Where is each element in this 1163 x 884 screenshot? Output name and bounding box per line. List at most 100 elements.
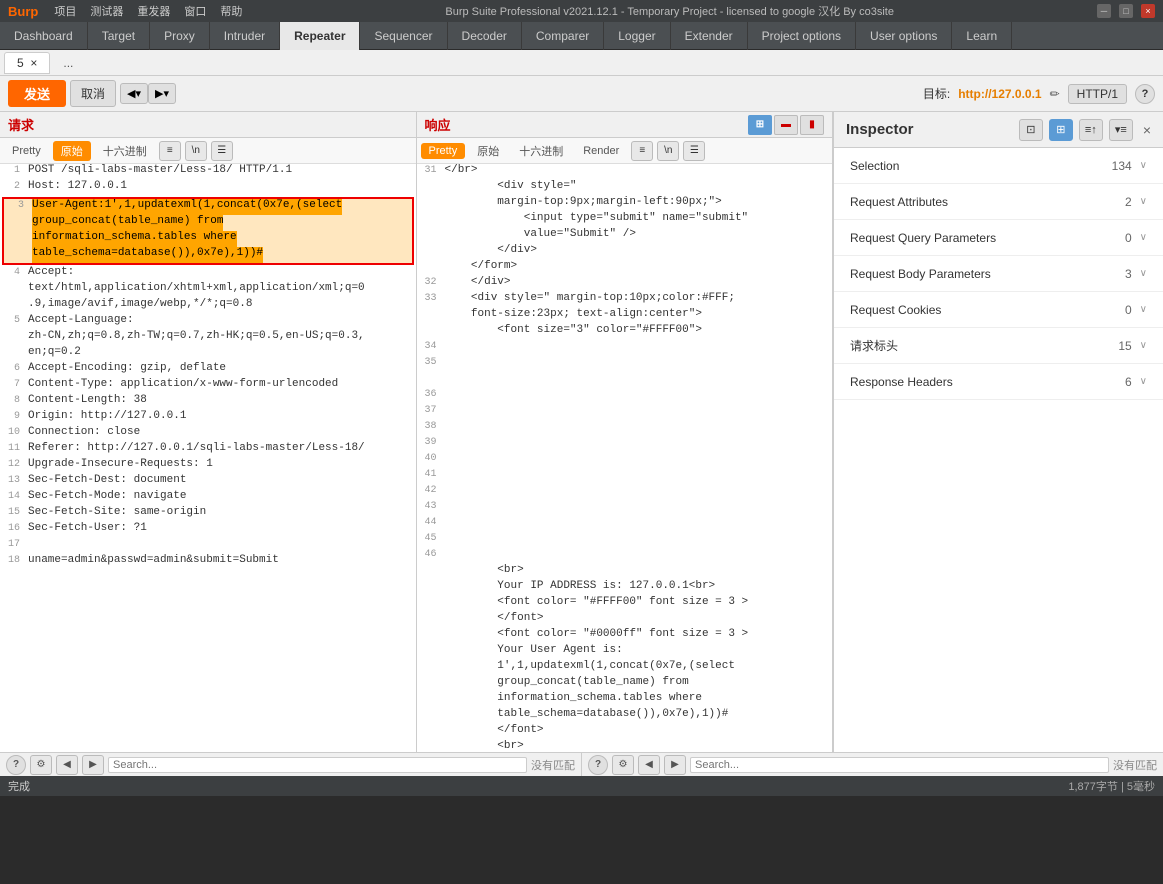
- resp-tab-hex[interactable]: 十六进制: [511, 141, 571, 161]
- bottom-right-help[interactable]: ?: [588, 755, 608, 775]
- menu-item-help[interactable]: 帮助: [220, 3, 242, 19]
- menu-item-window[interactable]: 窗口: [184, 3, 206, 19]
- resp-line-50: 41: [417, 468, 833, 484]
- inspector-row-resp-headers[interactable]: Response Headers 6 ∨: [834, 364, 1163, 400]
- req-line-3a: group_concat(table_name) from: [4, 215, 412, 231]
- bottom-right-back[interactable]: ◀: [638, 755, 660, 775]
- resp-line-37: </form>: [417, 260, 833, 276]
- send-button[interactable]: 发送: [8, 80, 66, 107]
- tab-user-options[interactable]: User options: [856, 22, 952, 50]
- subtab-more[interactable]: ...: [50, 52, 86, 74]
- inspector-close-btn[interactable]: ×: [1143, 122, 1151, 138]
- bottom-left-help[interactable]: ?: [6, 755, 26, 775]
- inspector-sort-btn[interactable]: ≡↑: [1079, 119, 1103, 141]
- resp-tab-render[interactable]: Render: [575, 143, 627, 159]
- req-icon-list[interactable]: ≡: [159, 141, 181, 161]
- inspector-row-req-attrs[interactable]: Request Attributes 2 ∨: [834, 184, 1163, 220]
- req-tab-raw[interactable]: 原始: [53, 141, 91, 161]
- tab-project-options[interactable]: Project options: [748, 22, 856, 50]
- tab-learn[interactable]: Learn: [952, 22, 1012, 50]
- bottom-left-back[interactable]: ◀: [56, 755, 78, 775]
- nav-back-button[interactable]: ◀▾: [120, 83, 148, 104]
- resp-line-46: 37: [417, 404, 833, 420]
- tab-target[interactable]: Target: [88, 22, 150, 50]
- tab-logger[interactable]: Logger: [604, 22, 670, 50]
- cancel-button[interactable]: 取消: [70, 80, 116, 107]
- target-label: 目标:: [923, 85, 950, 102]
- tab-extender[interactable]: Extender: [671, 22, 748, 50]
- tab-dashboard[interactable]: Dashboard: [0, 22, 88, 50]
- inspector-row-selection[interactable]: Selection 134 ∨: [834, 148, 1163, 184]
- bottom-right: ? ⚙ ◀ ▶ 没有匹配: [582, 753, 1163, 776]
- resp-line-32: <div style=": [417, 180, 833, 196]
- bottom-left-fwd[interactable]: ▶: [82, 755, 104, 775]
- bottom-left-search[interactable]: [108, 757, 527, 773]
- resp-icon-wrap[interactable]: \n: [657, 141, 679, 161]
- req-line-10: 10 Connection: close: [0, 426, 416, 442]
- resp-tab-raw[interactable]: 原始: [469, 141, 507, 161]
- bottom-right-search[interactable]: [690, 757, 1109, 773]
- response-code-area[interactable]: 31 </br> <div style=" margin-top:9px;mar…: [417, 164, 833, 752]
- inspector-cookies-label: Request Cookies: [850, 303, 1125, 317]
- inspector-row-body-params[interactable]: Request Body Parameters 3 ∨: [834, 256, 1163, 292]
- inspector-btn-2[interactable]: ⊞: [1049, 119, 1073, 141]
- menu-item-project[interactable]: 项目: [54, 3, 76, 19]
- menu-item-repeater[interactable]: 重发器: [137, 3, 170, 19]
- resp-line-40: font-size:23px; text-align:center">: [417, 308, 833, 324]
- inspector-cookies-chevron: ∨: [1140, 304, 1147, 315]
- nav-forward-button[interactable]: ▶▾: [148, 83, 176, 104]
- subtab-5[interactable]: 5 ×: [4, 52, 50, 74]
- bottom-right-settings[interactable]: ⚙: [612, 755, 634, 775]
- resp-icon-list[interactable]: ≡: [631, 141, 653, 161]
- view-vertical-btn[interactable]: ▮: [800, 115, 824, 135]
- request-panel: 请求 Pretty 原始 十六进制 ≡ \n ☰ 1 POST /sqli-la…: [0, 112, 417, 752]
- req-icon-menu[interactable]: ☰: [211, 141, 233, 161]
- menu-item-scanner[interactable]: 测试器: [90, 3, 123, 19]
- bottom-right-fwd[interactable]: ▶: [664, 755, 686, 775]
- req-tab-pretty[interactable]: Pretty: [4, 143, 49, 159]
- view-horizontal-btn[interactable]: ▬: [774, 115, 798, 135]
- minimize-button[interactable]: ─: [1097, 4, 1111, 18]
- resp-icon-menu[interactable]: ☰: [683, 141, 705, 161]
- bottom-left-settings[interactable]: ⚙: [30, 755, 52, 775]
- req-line-5: 5 Accept-Language:: [0, 314, 416, 330]
- req-tab-hex[interactable]: 十六进制: [95, 141, 155, 161]
- inspector-row-cookies[interactable]: Request Cookies 0 ∨: [834, 292, 1163, 328]
- resp-tab-pretty[interactable]: Pretty: [421, 143, 466, 159]
- tab-sequencer[interactable]: Sequencer: [360, 22, 447, 50]
- tab-intruder[interactable]: Intruder: [210, 22, 280, 50]
- http-version[interactable]: HTTP/1: [1068, 84, 1127, 104]
- req-icon-wrap[interactable]: \n: [185, 141, 207, 161]
- inspector-resp-headers-chevron: ∨: [1140, 376, 1147, 387]
- maximize-button[interactable]: □: [1119, 4, 1133, 18]
- tab-repeater[interactable]: Repeater: [280, 22, 360, 50]
- req-line-3: 3 User-Agent:1',1,updatexml(1,concat(0x7…: [4, 199, 412, 215]
- req-selection-box: 3 User-Agent:1',1,updatexml(1,concat(0x7…: [2, 197, 414, 265]
- inspector-filter-btn[interactable]: ▾≡: [1109, 119, 1133, 141]
- inspector-row-query-params[interactable]: Request Query Parameters 0 ∨: [834, 220, 1163, 256]
- resp-line-54: 45: [417, 532, 833, 548]
- target-url: http://127.0.0.1: [958, 87, 1041, 101]
- tab-proxy[interactable]: Proxy: [150, 22, 210, 50]
- target-edit-icon[interactable]: ✏: [1050, 87, 1060, 101]
- inspector-btn-1[interactable]: ⊡: [1019, 119, 1043, 141]
- view-split-btn[interactable]: ⊞: [748, 115, 772, 135]
- response-toolbar: Pretty 原始 十六进制 Render ≡ \n ☰: [417, 138, 833, 164]
- tab-comparer[interactable]: Comparer: [522, 22, 604, 50]
- resp-line-useragent: Your User Agent is:: [417, 644, 833, 660]
- nav-tabs: Dashboard Target Proxy Intruder Repeater…: [0, 22, 1163, 50]
- req-line-5a: zh-CN,zh;q=0.8,zh-TW;q=0.7,zh-HK;q=0.5,e…: [0, 330, 416, 346]
- help-button[interactable]: ?: [1135, 84, 1155, 104]
- req-line-4b: .9,image/avif,image/webp,*/*;q=0.8: [0, 298, 416, 314]
- bottom-left-no-match: 没有匹配: [531, 757, 575, 773]
- resp-line-51: 42: [417, 484, 833, 500]
- sub-tab-bar: 5 × ...: [0, 50, 1163, 76]
- request-code-area[interactable]: 1 POST /sqli-labs-master/Less-18/ HTTP/1…: [0, 164, 416, 752]
- inspector-selection-label: Selection: [850, 159, 1112, 173]
- resp-line-39: 33 <div style=" margin-top:10px;color:#F…: [417, 292, 833, 308]
- bottom-left: ? ⚙ ◀ ▶ 没有匹配: [0, 753, 582, 776]
- close-button[interactable]: ×: [1141, 4, 1155, 18]
- inspector-row-req-headers[interactable]: 请求标头 15 ∨: [834, 328, 1163, 364]
- tab-decoder[interactable]: Decoder: [448, 22, 522, 50]
- statusbar: 完成 1,877字节 | 5毫秒: [0, 776, 1163, 796]
